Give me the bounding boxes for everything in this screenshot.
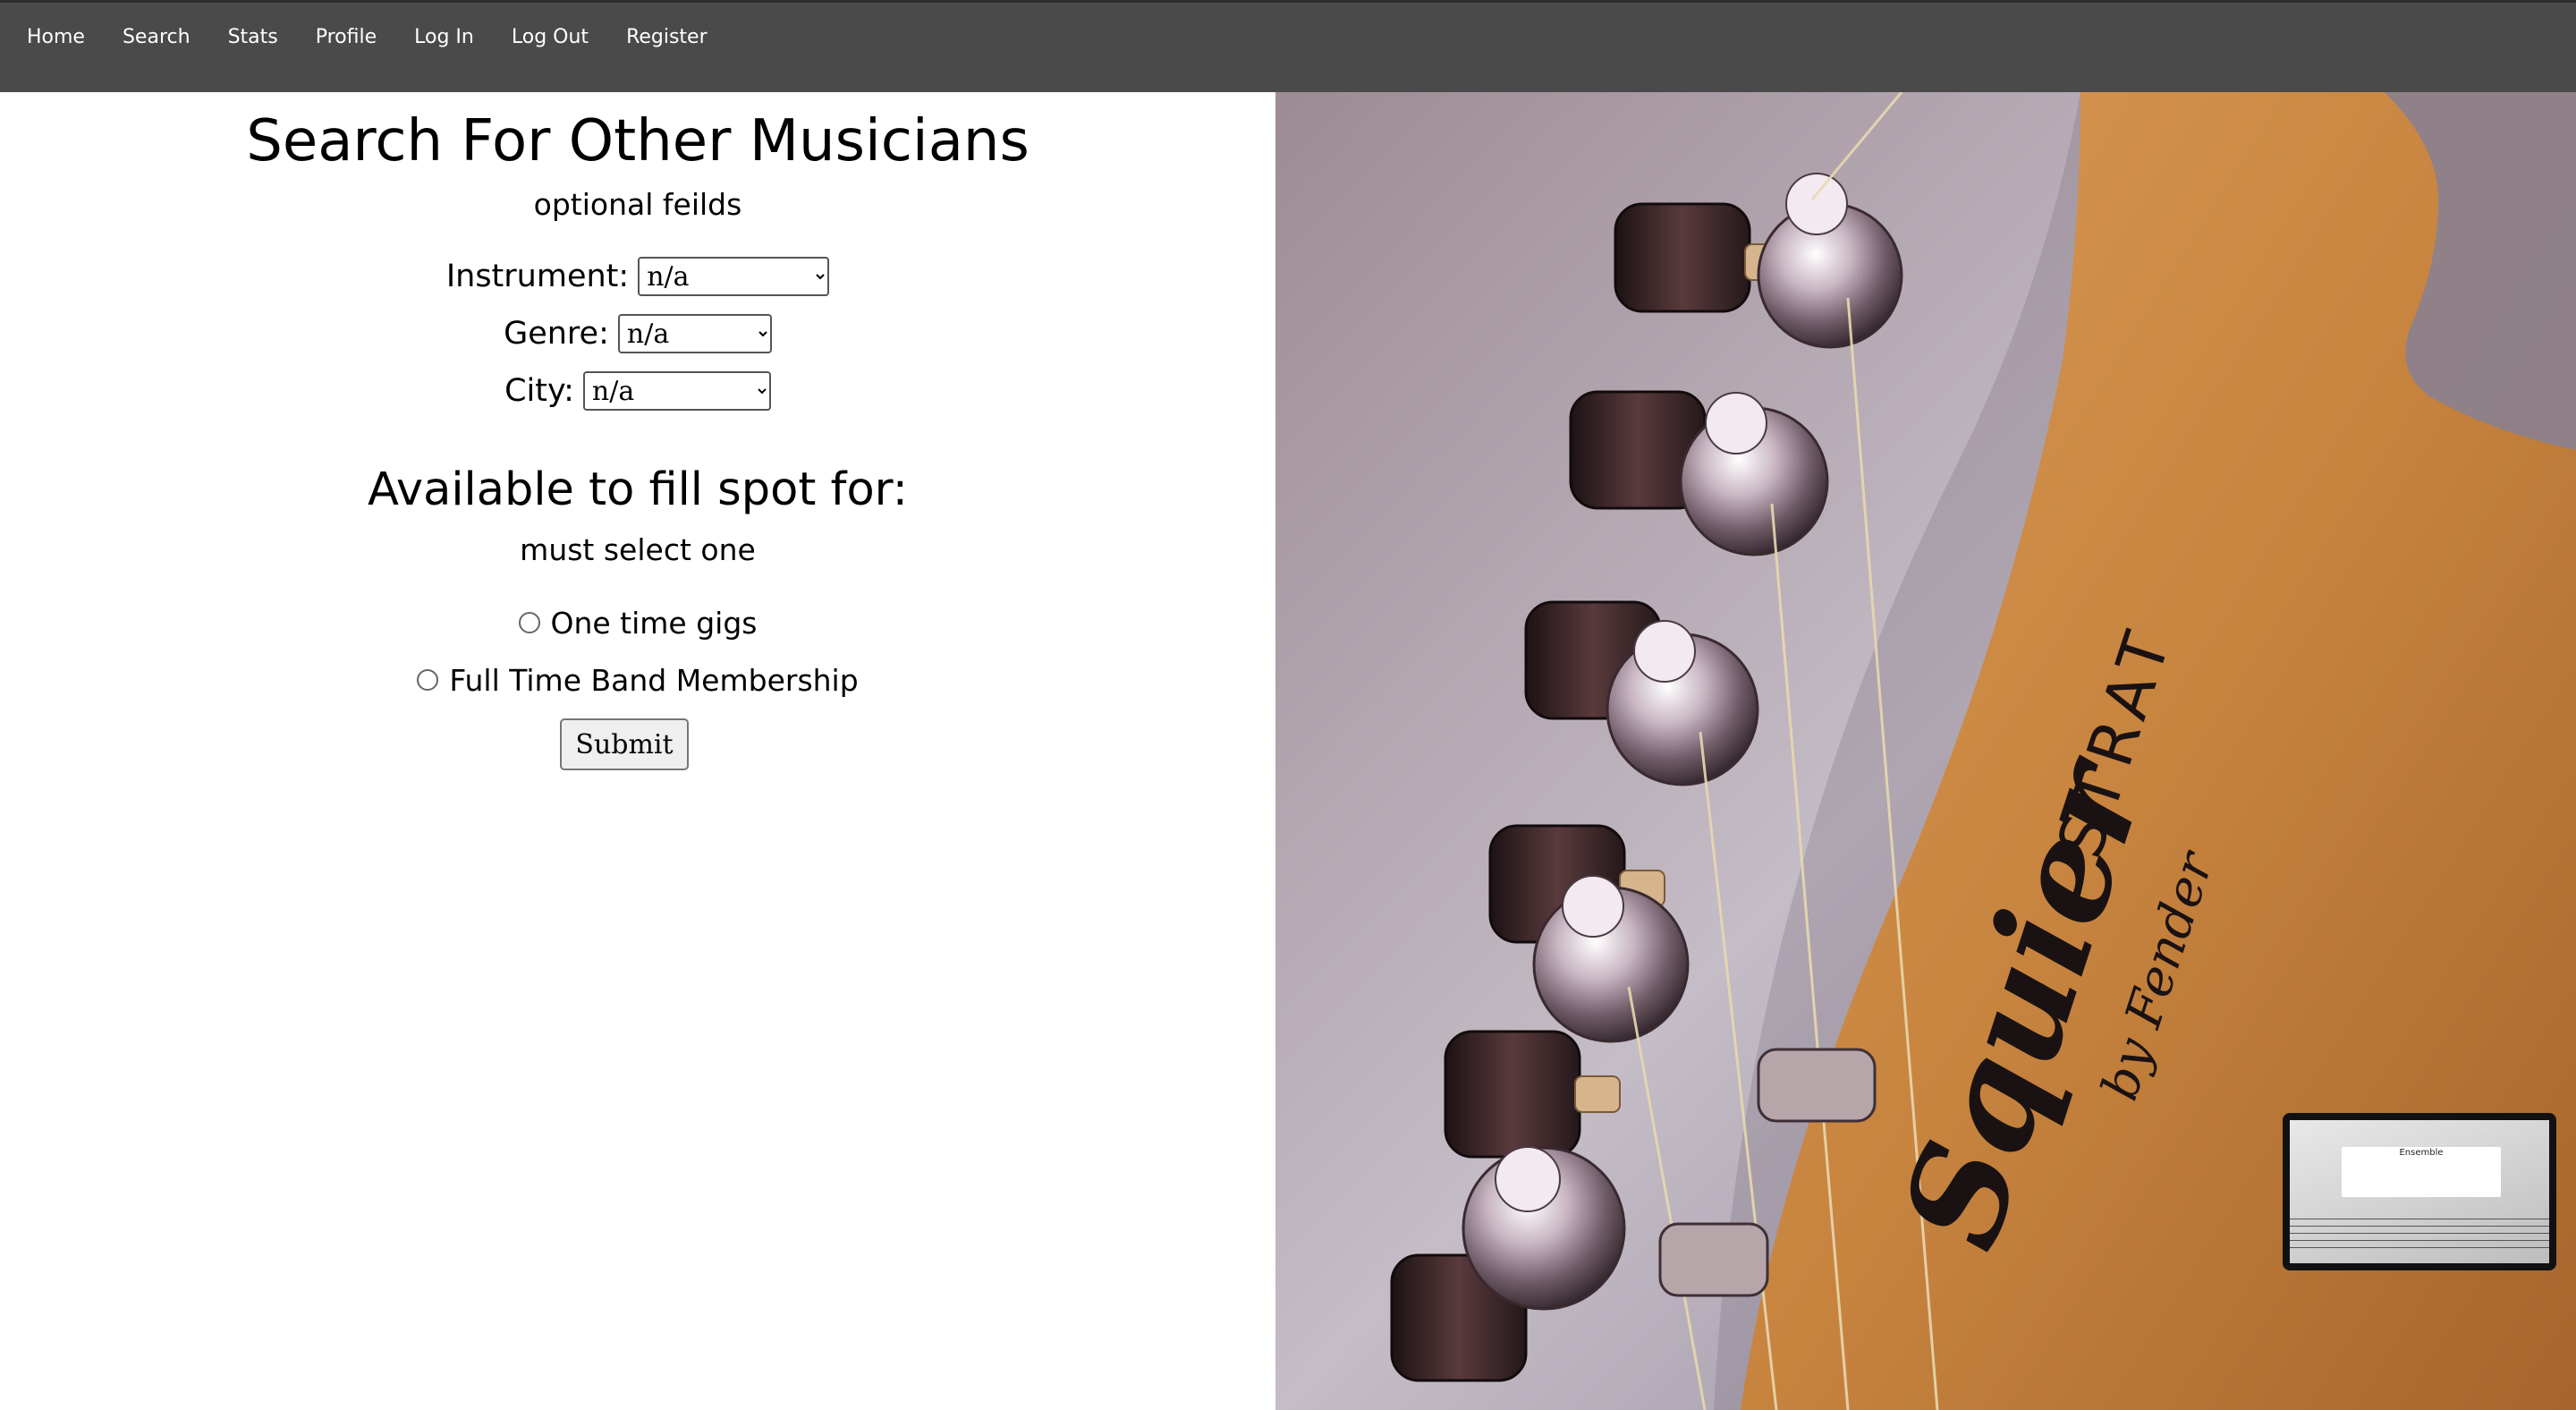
one-time-gigs-option[interactable]: One time gigs <box>0 602 1275 643</box>
city-select[interactable]: n/a <box>582 371 771 411</box>
page-title: Search For Other Musicians <box>246 108 1030 174</box>
full-time-membership-option[interactable]: Full Time Band Membership <box>0 659 1275 701</box>
thumbnail-dialog: Ensemble <box>2342 1147 2501 1197</box>
instrument-row: Instrument: n/a <box>0 256 1275 297</box>
full-time-membership-radio[interactable] <box>417 669 439 691</box>
thumbnail-screen: Ensemble <box>2290 1120 2549 1263</box>
screenshot-thumbnail-preview[interactable]: Ensemble <box>2283 1113 2556 1270</box>
nav-menu: Home Search Stats Profile Log In Log Out… <box>27 24 745 51</box>
genre-label: Genre: <box>504 316 609 352</box>
optional-fields-note: optional feilds <box>533 187 742 222</box>
instrument-select[interactable]: n/a <box>638 257 830 296</box>
thumbnail-dialog-title: Ensemble <box>2399 1148 2444 1158</box>
city-label: City: <box>504 373 574 409</box>
nav-profile-link[interactable]: Profile <box>316 24 377 51</box>
one-time-gigs-label: One time gigs <box>550 605 758 641</box>
full-time-membership-label: Full Time Band Membership <box>449 662 859 698</box>
top-navbar: Home Search Stats Profile Log In Log Out… <box>0 0 2576 92</box>
nav-login-link[interactable]: Log In <box>414 24 474 51</box>
nav-logout-link[interactable]: Log Out <box>512 24 589 51</box>
instrument-label: Instrument: <box>445 259 630 294</box>
nav-home-link[interactable]: Home <box>27 24 85 51</box>
required-note: must select one <box>520 532 756 567</box>
genre-row: Genre: n/a <box>0 313 1275 354</box>
availability-heading: Available to fill spot for: <box>368 463 908 516</box>
nav-stats-link[interactable]: Stats <box>228 24 278 51</box>
genre-select[interactable]: n/a <box>617 314 772 353</box>
nav-search-link[interactable]: Search <box>123 24 191 51</box>
city-row: City: n/a <box>0 370 1275 412</box>
one-time-gigs-radio[interactable] <box>518 612 540 633</box>
submit-button[interactable]: Submit <box>560 718 689 770</box>
nav-register-link[interactable]: Register <box>626 24 708 51</box>
search-form-panel: Search For Other Musicians optional feil… <box>0 92 1275 1410</box>
